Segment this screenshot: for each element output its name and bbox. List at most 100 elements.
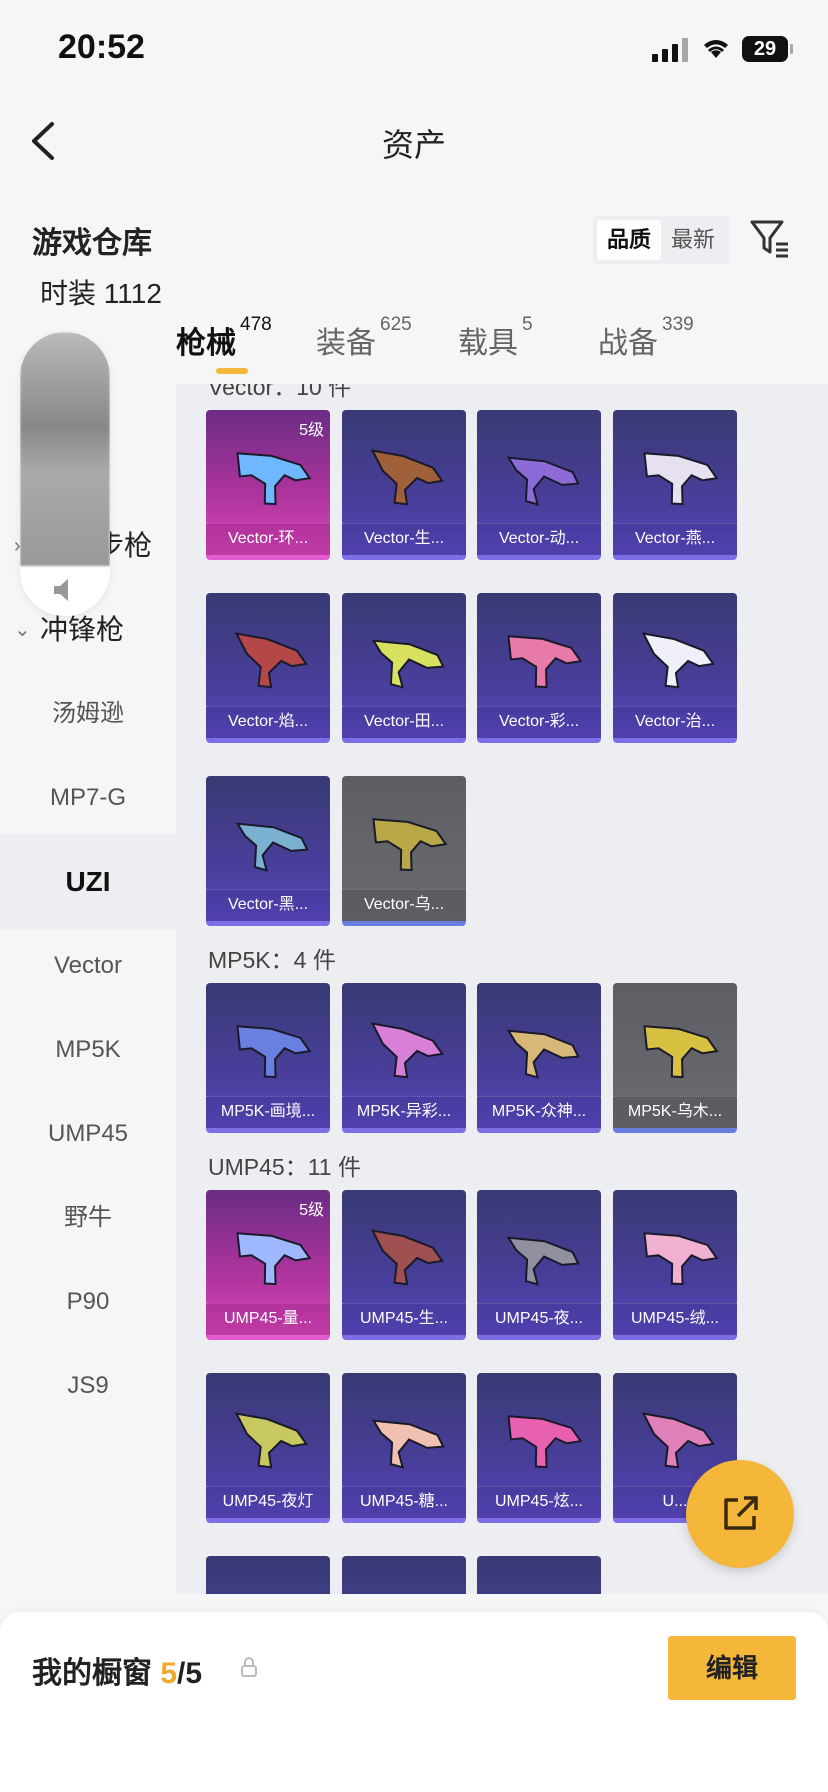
sidebar-item-label: UMP45: [47, 1120, 129, 1147]
item-name: MP5K-众神...: [477, 1096, 601, 1128]
item-card[interactable]: MP5K-画境...: [206, 983, 330, 1133]
sidebar-item[interactable]: 时装 1112: [0, 246, 176, 342]
item-name: UMP45-绒...: [613, 1303, 737, 1335]
lock-icon: [241, 1657, 257, 1677]
status-time: 20:52: [58, 28, 145, 66]
tab-0[interactable]: 枪械478: [176, 314, 272, 362]
item-name: UMP45-生...: [342, 1303, 466, 1335]
filter-icon[interactable]: [748, 216, 792, 260]
item-name: UMP45-夜...: [477, 1303, 601, 1335]
level-badge: 5级: [299, 422, 324, 439]
sidebar-item[interactable]: UMP45: [0, 1086, 176, 1182]
weapon-icon: [371, 1419, 445, 1469]
sidebar-item-label: 野牛: [64, 1204, 112, 1231]
sort-toggle: 品质 最新: [593, 216, 729, 264]
sort-newest-button[interactable]: 最新: [661, 220, 725, 260]
item-card[interactable]: 5级 UMP45-量...: [206, 1190, 330, 1340]
item-grid: Vector：10 件 5级 Vector-环... Vector-生... Vecto…: [176, 384, 828, 1594]
sidebar-item[interactable]: P90: [0, 1254, 176, 1350]
item-name: Vector-乌...: [342, 889, 466, 921]
item-card[interactable]: Vector-治...: [613, 593, 737, 743]
tab-1[interactable]: 装备625: [316, 314, 412, 362]
item-card[interactable]: MP5K-异彩...: [342, 983, 466, 1133]
weapon-icon: [370, 1022, 444, 1079]
weapon-icon: [236, 1232, 312, 1286]
tab-count: 625: [380, 314, 412, 335]
showcase-count: 5: [160, 1657, 178, 1690]
item-name: Vector-彩...: [477, 706, 601, 738]
active-tab-indicator: [216, 368, 248, 374]
item-card[interactable]: Vector-生...: [342, 410, 466, 560]
weapon-icon: [507, 635, 583, 689]
item-card[interactable]: 5级 Vector-环...: [206, 410, 330, 560]
weapon-icon: [506, 456, 580, 506]
item-name: Vector-黑...: [206, 889, 330, 921]
sidebar-item[interactable]: MP5K: [0, 1002, 176, 1098]
item-name: MP5K-画境...: [206, 1096, 330, 1128]
item-card[interactable]: UMP45-绒...: [613, 1190, 737, 1340]
signal-icon: [652, 38, 688, 62]
tab-count: 339: [662, 314, 694, 335]
item-card[interactable]: Vector-彩...: [477, 593, 601, 743]
sidebar-item[interactable]: 野牛: [0, 1170, 176, 1266]
item-name: UMP45-糖...: [342, 1486, 466, 1518]
wifi-icon: [704, 40, 728, 58]
group-title: UMP45：11 件: [208, 1154, 361, 1180]
item-name: MP5K-异彩...: [342, 1096, 466, 1128]
item-card[interactable]: MP5K-乌木...: [613, 983, 737, 1133]
showcase-label: 我的橱窗 5/5: [32, 1648, 202, 1692]
sidebar-item[interactable]: 汤姆逊: [0, 666, 176, 762]
sidebar-item-label: P90: [66, 1288, 110, 1315]
item-card[interactable]: Vector-动...: [477, 410, 601, 560]
sidebar-item-label: MP7-G: [49, 784, 126, 811]
item-card[interactable]: [477, 1556, 601, 1594]
item-card[interactable]: Vector-焰...: [206, 593, 330, 743]
sidebar-item[interactable]: Vector: [0, 918, 176, 1014]
weapon-icon: [371, 639, 445, 689]
item-card[interactable]: [206, 1556, 330, 1594]
weapon-icon: [507, 1415, 583, 1469]
status-bar: 20:52 29: [0, 0, 828, 100]
group-title: Vector：10 件: [208, 384, 352, 400]
item-name: Vector-生...: [342, 523, 466, 555]
item-name: UMP45-炫...: [477, 1486, 601, 1518]
external-link-icon: [724, 1496, 758, 1530]
weapon-icon: [506, 1236, 580, 1286]
item-card[interactable]: Vector-黑...: [206, 776, 330, 926]
weapon-icon: [236, 1025, 312, 1079]
weapon-icon: [506, 1029, 580, 1079]
item-card[interactable]: UMP45-炫...: [477, 1373, 601, 1523]
item-card[interactable]: UMP45-夜灯: [206, 1373, 330, 1523]
tab-3[interactable]: 战备339: [598, 314, 694, 362]
item-card[interactable]: [342, 1556, 466, 1594]
item-card[interactable]: Vector-田...: [342, 593, 466, 743]
item-card[interactable]: Vector-乌...: [342, 776, 466, 926]
edit-showcase-button[interactable]: 编辑: [668, 1636, 796, 1700]
item-card[interactable]: UMP45-夜...: [477, 1190, 601, 1340]
sidebar-item-label: 时装 1112: [40, 278, 162, 309]
weapon-icon: [234, 1412, 308, 1469]
tab-2[interactable]: 载具5: [458, 314, 533, 362]
item-name: Vector-治...: [613, 706, 737, 738]
item-card[interactable]: UMP45-生...: [342, 1190, 466, 1340]
weapon-icon: [641, 632, 715, 689]
sidebar-item-label: 汤姆逊: [52, 700, 124, 727]
share-button[interactable]: [686, 1460, 794, 1568]
sidebar-item[interactable]: UZI: [0, 834, 176, 930]
item-card[interactable]: UMP45-糖...: [342, 1373, 466, 1523]
group-title: MP5K：4 件: [208, 947, 336, 973]
sidebar-item[interactable]: JS9: [0, 1338, 176, 1434]
sort-quality-button[interactable]: 品质: [597, 220, 661, 260]
showcase-total: /5: [177, 1657, 203, 1690]
item-card[interactable]: Vector-燕...: [613, 410, 737, 560]
item-card[interactable]: MP5K-众神...: [477, 983, 601, 1133]
item-name: Vector-焰...: [206, 706, 330, 738]
sidebar-item-label: 冲锋枪: [40, 614, 125, 645]
weapon-icon: [236, 452, 312, 506]
sidebar-item[interactable]: MP7-G: [0, 750, 176, 846]
item-name: Vector-田...: [342, 706, 466, 738]
showcase-title: 我的橱窗: [32, 1657, 152, 1690]
weapon-icon: [370, 449, 444, 506]
tab-count: 5: [522, 314, 533, 335]
item-name: UMP45-量...: [206, 1303, 330, 1335]
